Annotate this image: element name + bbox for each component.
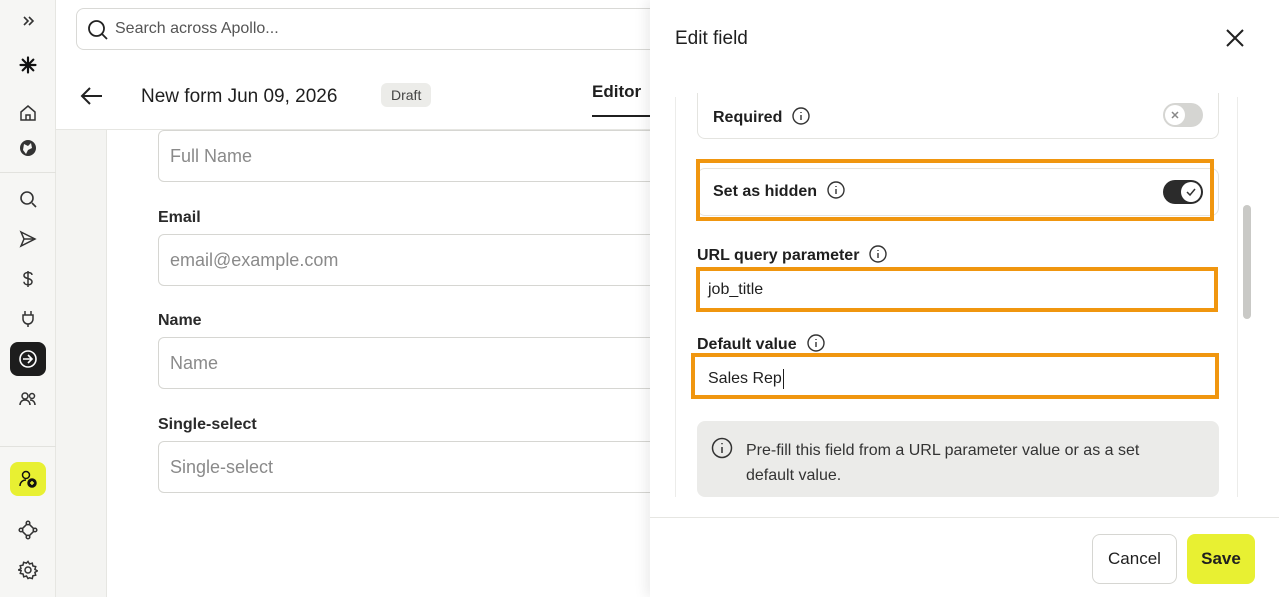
home-icon[interactable] [10, 96, 46, 130]
highlight-hidden [696, 159, 1214, 221]
edit-field-panel: Edit field Required Set as hidden URL qu… [650, 0, 1279, 597]
tab-indicator [592, 115, 656, 117]
email-field[interactable]: email@example.com [158, 234, 658, 286]
panel-footer: Cancel Save [650, 517, 1279, 597]
form-canvas: Full Name Email email@example.com Name N… [106, 130, 658, 597]
info-icon[interactable] [806, 334, 825, 352]
dollar-icon[interactable] [10, 262, 46, 296]
required-label: Required [713, 109, 783, 126]
save-button[interactable]: Save [1187, 534, 1255, 584]
name-field[interactable]: Name [158, 337, 658, 389]
people-icon[interactable] [10, 382, 46, 416]
scrollbar[interactable] [1243, 205, 1251, 319]
default-value-label: Default value [697, 336, 797, 353]
expand-icon[interactable] [10, 4, 46, 38]
globe-icon[interactable] [10, 131, 46, 165]
single-select-label: Single-select [158, 416, 257, 433]
full-name-field[interactable]: Full Name [158, 130, 658, 182]
back-arrow-icon[interactable] [78, 82, 106, 110]
cancel-button[interactable]: Cancel [1092, 534, 1177, 584]
send-icon[interactable] [10, 222, 46, 256]
info-note: Pre-fill this field from a URL parameter… [697, 421, 1219, 497]
tab-editor[interactable]: Editor [592, 82, 641, 102]
add-user-icon[interactable] [10, 462, 46, 496]
single-select-field[interactable]: Single-select [158, 441, 658, 493]
info-icon[interactable] [792, 107, 811, 125]
info-icon [711, 437, 733, 459]
settings-icon[interactable] [10, 553, 46, 587]
left-sidebar [0, 0, 56, 597]
logo-icon[interactable] [10, 48, 46, 82]
form-editor: New form Jun 09, 2026 Draft Editor Full … [56, 60, 658, 597]
required-row: Required [697, 93, 1219, 139]
page-title: New form Jun 09, 2026 [141, 86, 338, 107]
info-icon[interactable] [869, 245, 888, 263]
highlight-default-value [691, 353, 1219, 399]
forms-icon[interactable] [10, 342, 46, 376]
global-search[interactable]: Search across Apollo... [76, 8, 676, 50]
panel-title: Edit field [675, 28, 748, 49]
x-icon [1171, 111, 1179, 119]
workflow-icon[interactable] [10, 513, 46, 547]
status-badge: Draft [381, 83, 432, 107]
close-icon[interactable] [1224, 27, 1246, 49]
form-header: New form Jun 09, 2026 Draft Editor [56, 60, 656, 130]
highlight-url-param [696, 267, 1218, 312]
url-param-label: URL query parameter [697, 247, 860, 264]
search-input[interactable]: Search across Apollo... [115, 20, 279, 38]
note-text: Pre-fill this field from a URL parameter… [746, 442, 1140, 484]
plug-icon[interactable] [10, 302, 46, 336]
email-label: Email [158, 209, 201, 226]
required-toggle[interactable] [1163, 103, 1203, 127]
name-label: Name [158, 312, 202, 329]
search-icon[interactable] [10, 182, 46, 216]
search-icon [88, 20, 108, 40]
